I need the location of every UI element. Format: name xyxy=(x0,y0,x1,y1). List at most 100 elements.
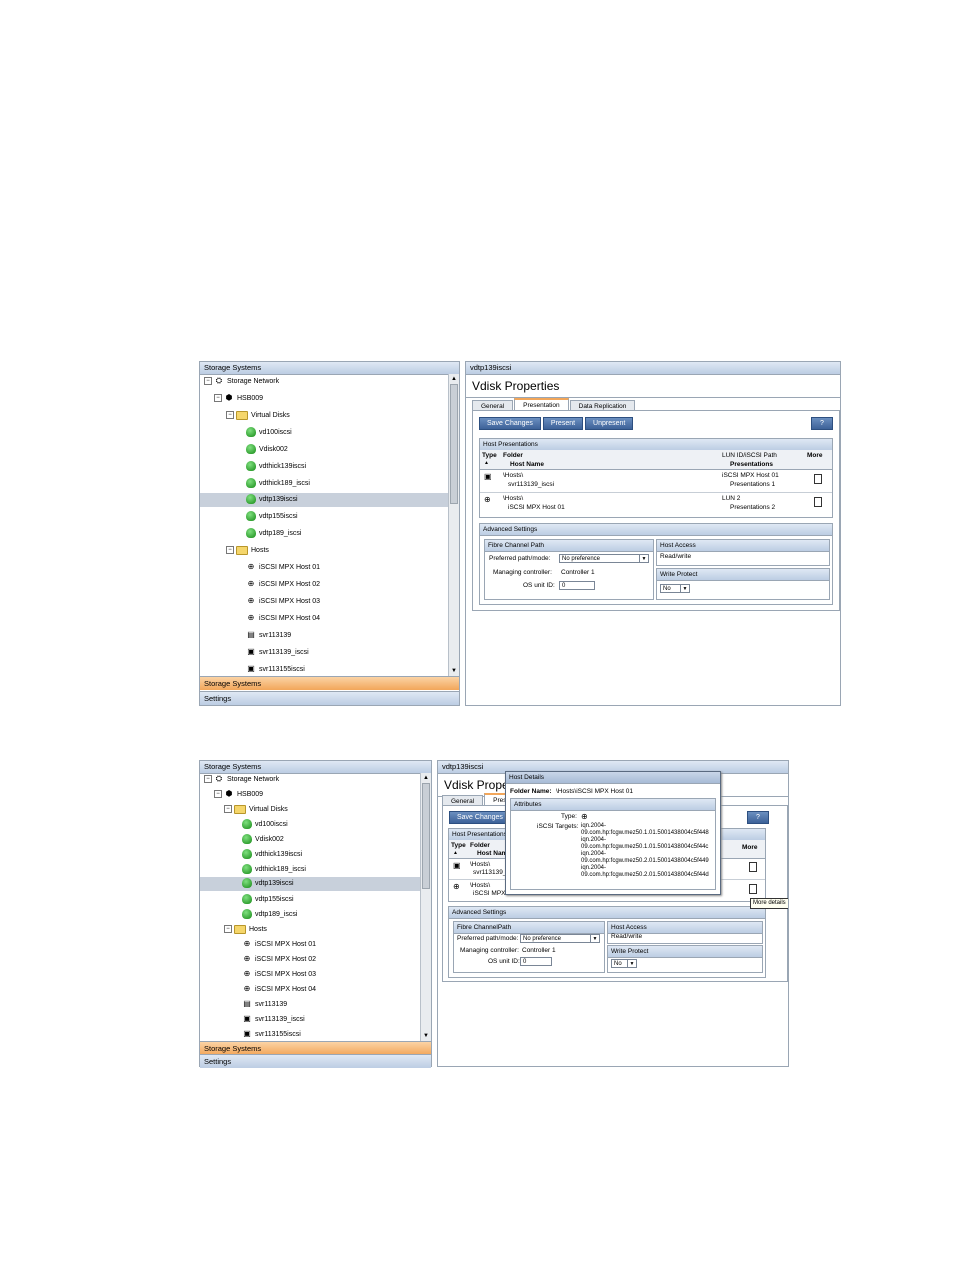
tree-node-hosts[interactable]: − Hosts xyxy=(224,923,267,937)
write-protect-select[interactable]: No ▼ xyxy=(660,584,690,593)
scroll-thumb[interactable] xyxy=(450,384,458,504)
tree-node-vdisk[interactable]: vdthick139iscsi xyxy=(242,848,302,862)
scroll-thumb[interactable] xyxy=(422,783,430,889)
tree-node-host[interactable]: ⊕ iSCSI MPX Host 01 xyxy=(242,938,316,952)
tree-node-vdisk[interactable]: vd100iscsi xyxy=(246,426,292,440)
tree-node-host[interactable]: ▤ svr113139 xyxy=(246,629,291,643)
iscsi-host-icon: ⊕ xyxy=(243,969,251,979)
disk-icon xyxy=(246,427,256,438)
accordion-settings[interactable]: Settings xyxy=(200,691,459,705)
os-unit-id-input[interactable]: 0 xyxy=(520,957,552,966)
accordion-settings[interactable]: Settings xyxy=(200,1054,431,1068)
unpresent-button[interactable]: Unpresent xyxy=(585,417,634,430)
host-details-popup: Host Details Folder Name: \Hosts\iSCSI M… xyxy=(505,771,721,895)
collapse-icon[interactable]: − xyxy=(214,790,222,799)
tree-node-host[interactable]: ⊕ iSCSI MPX Host 04 xyxy=(242,983,316,997)
tree-node-vdisk[interactable]: vdthick139iscsi xyxy=(246,460,306,474)
iscsi-host-icon: ⊕ xyxy=(243,939,251,949)
preferred-path-select[interactable]: No preference ▼ xyxy=(559,554,649,563)
collapse-icon[interactable]: − xyxy=(204,377,212,386)
scroll-down-arrow-icon[interactable]: ▼ xyxy=(421,1031,431,1041)
tree-node-host[interactable]: ▣ svr113155iscsi xyxy=(246,663,305,676)
col-more[interactable]: More xyxy=(807,452,823,459)
os-unit-id-input[interactable]: 0 xyxy=(559,581,595,590)
col-host-name[interactable]: Host Nam xyxy=(477,850,507,857)
chevron-down-icon: ▼ xyxy=(627,960,636,967)
tree-scrollbar[interactable]: ▲ ▼ xyxy=(448,374,459,676)
tree-node-storage-network[interactable]: − ⛭ Storage Network xyxy=(204,773,279,787)
tree-node-vdisk-selected[interactable]: vdtp139iscsi xyxy=(200,877,421,891)
tree-scrollbar[interactable]: ▲ ▼ xyxy=(420,773,431,1041)
preferred-path-select[interactable]: No preference ▼ xyxy=(520,934,600,943)
toolbar: Save Changes xyxy=(449,811,513,824)
write-protect-select[interactable]: No ▼ xyxy=(611,959,637,968)
tree-node-vdisk[interactable]: vdtp155iscsi xyxy=(242,893,294,907)
tree-node-storage-network[interactable]: − ⛭ Storage Network xyxy=(204,375,279,389)
more-details-icon[interactable] xyxy=(749,862,757,872)
tree-node-hosts[interactable]: − Hosts xyxy=(226,544,269,558)
scroll-down-arrow-icon[interactable]: ▼ xyxy=(449,666,459,676)
more-details-icon[interactable] xyxy=(814,474,822,484)
help-button[interactable]: ? xyxy=(811,417,833,430)
tree-node-vdisk[interactable]: vdthick189_iscsi xyxy=(242,863,306,877)
tree-node-host[interactable]: ▣ svr113139_iscsi xyxy=(246,646,308,660)
tree-node-hsb009[interactable]: − ⬢ HSB009 xyxy=(214,392,263,406)
tree-node-vdisk-selected[interactable]: vdtp139iscsi xyxy=(200,493,449,507)
tree-node-host[interactable]: ▤ svr113139 xyxy=(242,998,287,1012)
fibre-channel-path-box: Fibre Channel Path Preferred path/mode: … xyxy=(484,539,654,600)
more-details-icon[interactable] xyxy=(814,497,822,507)
col-host-name[interactable]: Host Name xyxy=(510,461,544,468)
more-details-icon[interactable] xyxy=(749,884,757,894)
tree-node-host[interactable]: ▣ svr113155iscsi xyxy=(242,1028,301,1041)
server-icon: ▣ xyxy=(243,1014,251,1024)
col-more[interactable]: More xyxy=(742,844,758,851)
tree-node-host[interactable]: ⊕ iSCSI MPX Host 03 xyxy=(242,968,316,982)
tree-node-host[interactable]: ⊕ iSCSI MPX Host 02 xyxy=(246,578,320,592)
advanced-settings-section: Advanced Settings Fibre Channel Path Pre… xyxy=(479,523,833,605)
tree-node-host[interactable]: ⊕ iSCSI MPX Host 02 xyxy=(242,953,316,967)
col-type[interactable]: Type xyxy=(482,452,497,459)
col-type[interactable]: Type xyxy=(451,842,466,849)
tree-node-vdisk[interactable]: vdtp189_iscsi xyxy=(246,527,301,541)
tree-node-host[interactable]: ⊕ iSCSI MPX Host 03 xyxy=(246,595,320,609)
scroll-up-arrow-icon[interactable]: ▲ xyxy=(421,773,431,783)
save-changes-button[interactable]: Save Changes xyxy=(449,811,511,824)
tree-node-vdisk[interactable]: vdthick189_iscsi xyxy=(246,477,310,491)
chevron-down-icon: ▼ xyxy=(680,585,689,592)
tree-node-virtual-disks[interactable]: − Virtual Disks xyxy=(226,409,290,423)
accordion-storage-systems[interactable]: Storage Systems xyxy=(200,676,459,690)
server-icon: ▤ xyxy=(243,999,251,1009)
tree-node-vdisk[interactable]: Vdisk002 xyxy=(242,833,284,847)
collapse-icon[interactable]: − xyxy=(204,775,212,784)
advanced-settings-title: Advanced Settings xyxy=(480,524,832,536)
present-button[interactable]: Present xyxy=(542,417,584,430)
tree-node-vdisk[interactable]: Vdisk002 xyxy=(246,443,288,457)
array-icon: ⬢ xyxy=(225,789,233,799)
col-lun[interactable]: LUN ID/iSCSI Path xyxy=(722,452,777,459)
tree-node-vdisk[interactable]: vd100iscsi xyxy=(242,818,288,832)
save-changes-button[interactable]: Save Changes xyxy=(479,417,541,430)
collapse-icon[interactable]: − xyxy=(224,925,232,934)
col-presentations[interactable]: Presentations xyxy=(730,461,773,468)
tree-node-vdisk[interactable]: vdtp155iscsi xyxy=(246,510,298,524)
collapse-icon[interactable]: − xyxy=(226,546,234,555)
disk-icon xyxy=(246,528,256,539)
collapse-icon[interactable]: − xyxy=(226,411,234,420)
iscsi-host-icon: ⊕ xyxy=(453,882,460,891)
tree-node-host[interactable]: ⊕ iSCSI MPX Host 01 xyxy=(246,561,320,575)
disk-icon xyxy=(246,444,256,455)
collapse-icon[interactable]: − xyxy=(224,805,232,814)
tree-node-host[interactable]: ▣ svr113139_iscsi xyxy=(242,1013,304,1027)
iscsi-host-icon: ⊕ xyxy=(484,495,491,504)
collapse-icon[interactable]: − xyxy=(214,394,222,403)
tree-node-host[interactable]: ⊕ iSCSI MPX Host 04 xyxy=(246,612,320,626)
help-button[interactable]: ? xyxy=(747,811,769,824)
col-folder[interactable]: Folder xyxy=(470,842,490,849)
tree-node-vdisk[interactable]: vdtp189_iscsi xyxy=(242,908,297,922)
scroll-up-arrow-icon[interactable]: ▲ xyxy=(449,374,459,384)
tree-node-virtual-disks[interactable]: − Virtual Disks xyxy=(224,803,288,817)
accordion-storage-systems[interactable]: Storage Systems xyxy=(200,1041,431,1055)
col-folder[interactable]: Folder xyxy=(503,452,523,459)
sort-asc-icon: ▲ xyxy=(453,850,458,856)
tree-node-hsb009[interactable]: − ⬢ HSB009 xyxy=(214,788,263,802)
